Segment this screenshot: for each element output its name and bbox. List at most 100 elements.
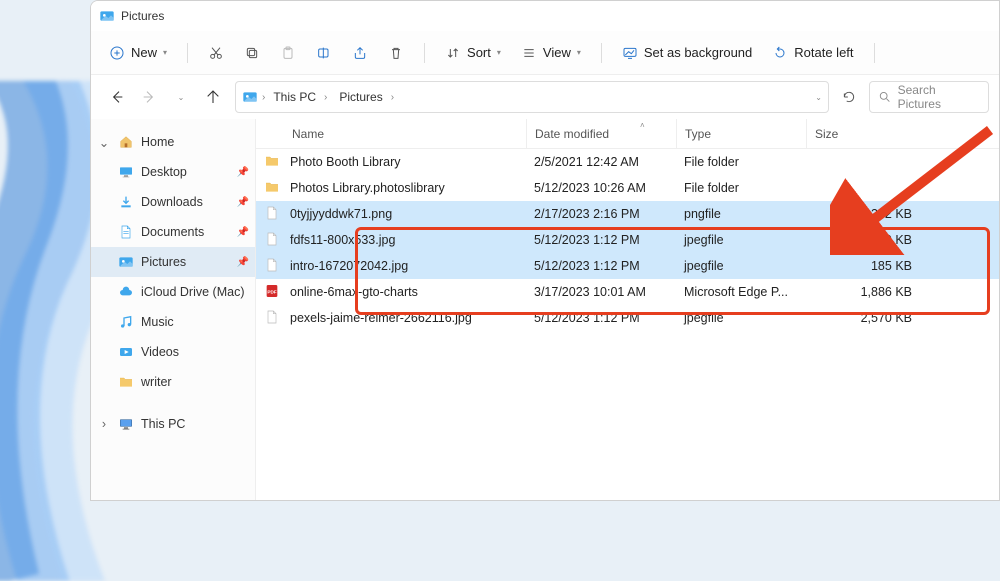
sidebar-thispc[interactable]: › This PC (91, 409, 255, 439)
column-type[interactable]: Type (676, 119, 806, 148)
file-size: 1,886 KB (806, 285, 936, 299)
new-button[interactable]: New ▾ (101, 41, 175, 65)
column-size[interactable]: Size (806, 119, 936, 148)
file-icon (264, 231, 282, 249)
sidebar-item[interactable]: Documents📌 (91, 217, 255, 247)
folder-icon (117, 373, 135, 391)
chevron-right-icon: › (97, 417, 111, 431)
file-size: 2,570 KB (806, 311, 936, 325)
window-title: Pictures (121, 9, 164, 23)
folder-icon (264, 179, 282, 197)
file-name: intro-1672072042.jpg (290, 259, 408, 273)
file-date: 2/5/2021 12:42 AM (526, 155, 676, 169)
trash-icon (388, 45, 404, 61)
download-icon (117, 193, 135, 211)
breadcrumb[interactable]: › This PC› Pictures› ⌄ (235, 81, 829, 113)
breadcrumb-item[interactable]: This PC› (269, 88, 331, 106)
file-row[interactable]: pexels-jaime-reimer-2662116.jpg 5/12/202… (256, 305, 999, 331)
chevron-down-icon[interactable]: ⌄ (815, 93, 822, 102)
desktop-icon (117, 163, 135, 181)
sort-button[interactable]: Sort ▾ (437, 41, 509, 65)
file-size: 9,392 KB (806, 207, 936, 221)
file-row[interactable]: intro-1672072042.jpg 5/12/2023 1:12 PM j… (256, 253, 999, 279)
file-row[interactable]: Photo Booth Library 2/5/2021 12:42 AM Fi… (256, 149, 999, 175)
breadcrumb-item[interactable]: Pictures› (335, 88, 398, 106)
delete-button[interactable] (380, 41, 412, 65)
rename-button[interactable] (308, 41, 340, 65)
sidebar-item-label: iCloud Drive (Mac) (141, 285, 245, 299)
arrow-left-icon (109, 89, 125, 105)
paste-button[interactable] (272, 41, 304, 65)
file-type: File folder (676, 181, 806, 195)
file-date: 5/12/2023 10:26 AM (526, 181, 676, 195)
file-date: 5/12/2023 1:12 PM (526, 259, 676, 273)
rotate-left-icon (772, 45, 788, 61)
desktop-icon (622, 45, 638, 61)
file-row[interactable]: Photos Library.photoslibrary 5/12/2023 1… (256, 175, 999, 201)
sidebar-item-label: writer (141, 375, 172, 389)
sidebar-item[interactable]: Videos (91, 337, 255, 367)
sidebar-item-label: Pictures (141, 255, 186, 269)
refresh-button[interactable] (835, 83, 863, 111)
file-type: File folder (676, 155, 806, 169)
file-type: jpegfile (676, 233, 806, 247)
document-icon (117, 223, 135, 241)
up-button[interactable] (197, 81, 229, 113)
rotate-left-button[interactable]: Rotate left (764, 41, 861, 65)
set-background-button[interactable]: Set as background (614, 41, 760, 65)
pin-icon: 📌 (237, 167, 249, 178)
chevron-down-icon: ▾ (497, 48, 501, 57)
sidebar-item[interactable]: iCloud Drive (Mac) (91, 277, 255, 307)
file-name: Photo Booth Library (290, 155, 401, 169)
plus-circle-icon (109, 45, 125, 61)
home-icon (117, 133, 135, 151)
sidebar-item[interactable]: Music (91, 307, 255, 337)
file-explorer-window: Pictures New ▾ Sort ▾ View ▾ Set as back (90, 0, 1000, 501)
search-input[interactable]: Search Pictures (869, 81, 989, 113)
file-type: Microsoft Edge P... (676, 285, 806, 299)
copy-button[interactable] (236, 41, 268, 65)
file-name: 0tyjjyyddwk71.png (290, 207, 392, 221)
file-name: pexels-jaime-reimer-2662116.jpg (290, 311, 472, 325)
sidebar-item[interactable]: Downloads 📌 (91, 187, 255, 217)
sidebar-item-label: Desktop (141, 165, 187, 179)
sidebar-home[interactable]: ⌄ Home (91, 127, 255, 157)
file-date: 5/12/2023 1:12 PM (526, 233, 676, 247)
chevron-down-icon: ▾ (163, 48, 167, 57)
cloud-icon (117, 283, 135, 301)
sidebar-item-label: Videos (141, 345, 179, 359)
sidebar-item-label: Documents (141, 225, 204, 239)
file-row[interactable]: fdfs11-800x533.jpg 5/12/2023 1:12 PM jpe… (256, 227, 999, 253)
file-type: pngfile (676, 207, 806, 221)
view-button[interactable]: View ▾ (513, 41, 589, 65)
paste-icon (280, 45, 296, 61)
sidebar-item-label: Downloads (141, 195, 203, 209)
thispc-icon (117, 415, 135, 433)
pin-icon: 📌 (237, 197, 249, 208)
sort-asc-icon: ˄ (640, 121, 645, 130)
file-name: Photos Library.photoslibrary (290, 181, 445, 195)
navbar: ⌄ › This PC› Pictures› ⌄ Search Pictures (91, 75, 999, 119)
pictures-icon (117, 253, 135, 271)
sidebar-item[interactable]: Pictures📌 (91, 247, 255, 277)
recent-button[interactable]: ⌄ (165, 81, 197, 113)
sidebar: ⌄ Home Desktop📌Downloads📌Documents📌Pictu… (91, 119, 256, 500)
file-size: 70 KB (806, 233, 936, 247)
sidebar-item[interactable]: Desktop 📌 (91, 157, 255, 187)
column-name[interactable]: Name˄ (256, 119, 526, 148)
file-name: fdfs11-800x533.jpg (290, 233, 395, 247)
file-row[interactable]: PDFonline-6max-gto-charts 3/17/2023 10:0… (256, 279, 999, 305)
file-row[interactable]: 0tyjjyyddwk71.png 2/17/2023 2:16 PM pngf… (256, 201, 999, 227)
cut-button[interactable] (200, 41, 232, 65)
view-icon (521, 45, 537, 61)
search-icon (878, 90, 892, 104)
share-button[interactable] (344, 41, 376, 65)
file-type: jpegfile (676, 311, 806, 325)
refresh-icon (842, 90, 856, 104)
sidebar-item[interactable]: writer (91, 367, 255, 397)
back-button[interactable] (101, 81, 133, 113)
share-icon (352, 45, 368, 61)
file-date: 3/17/2023 10:01 AM (526, 285, 676, 299)
column-date[interactable]: Date modified (526, 119, 676, 148)
video-icon (117, 343, 135, 361)
